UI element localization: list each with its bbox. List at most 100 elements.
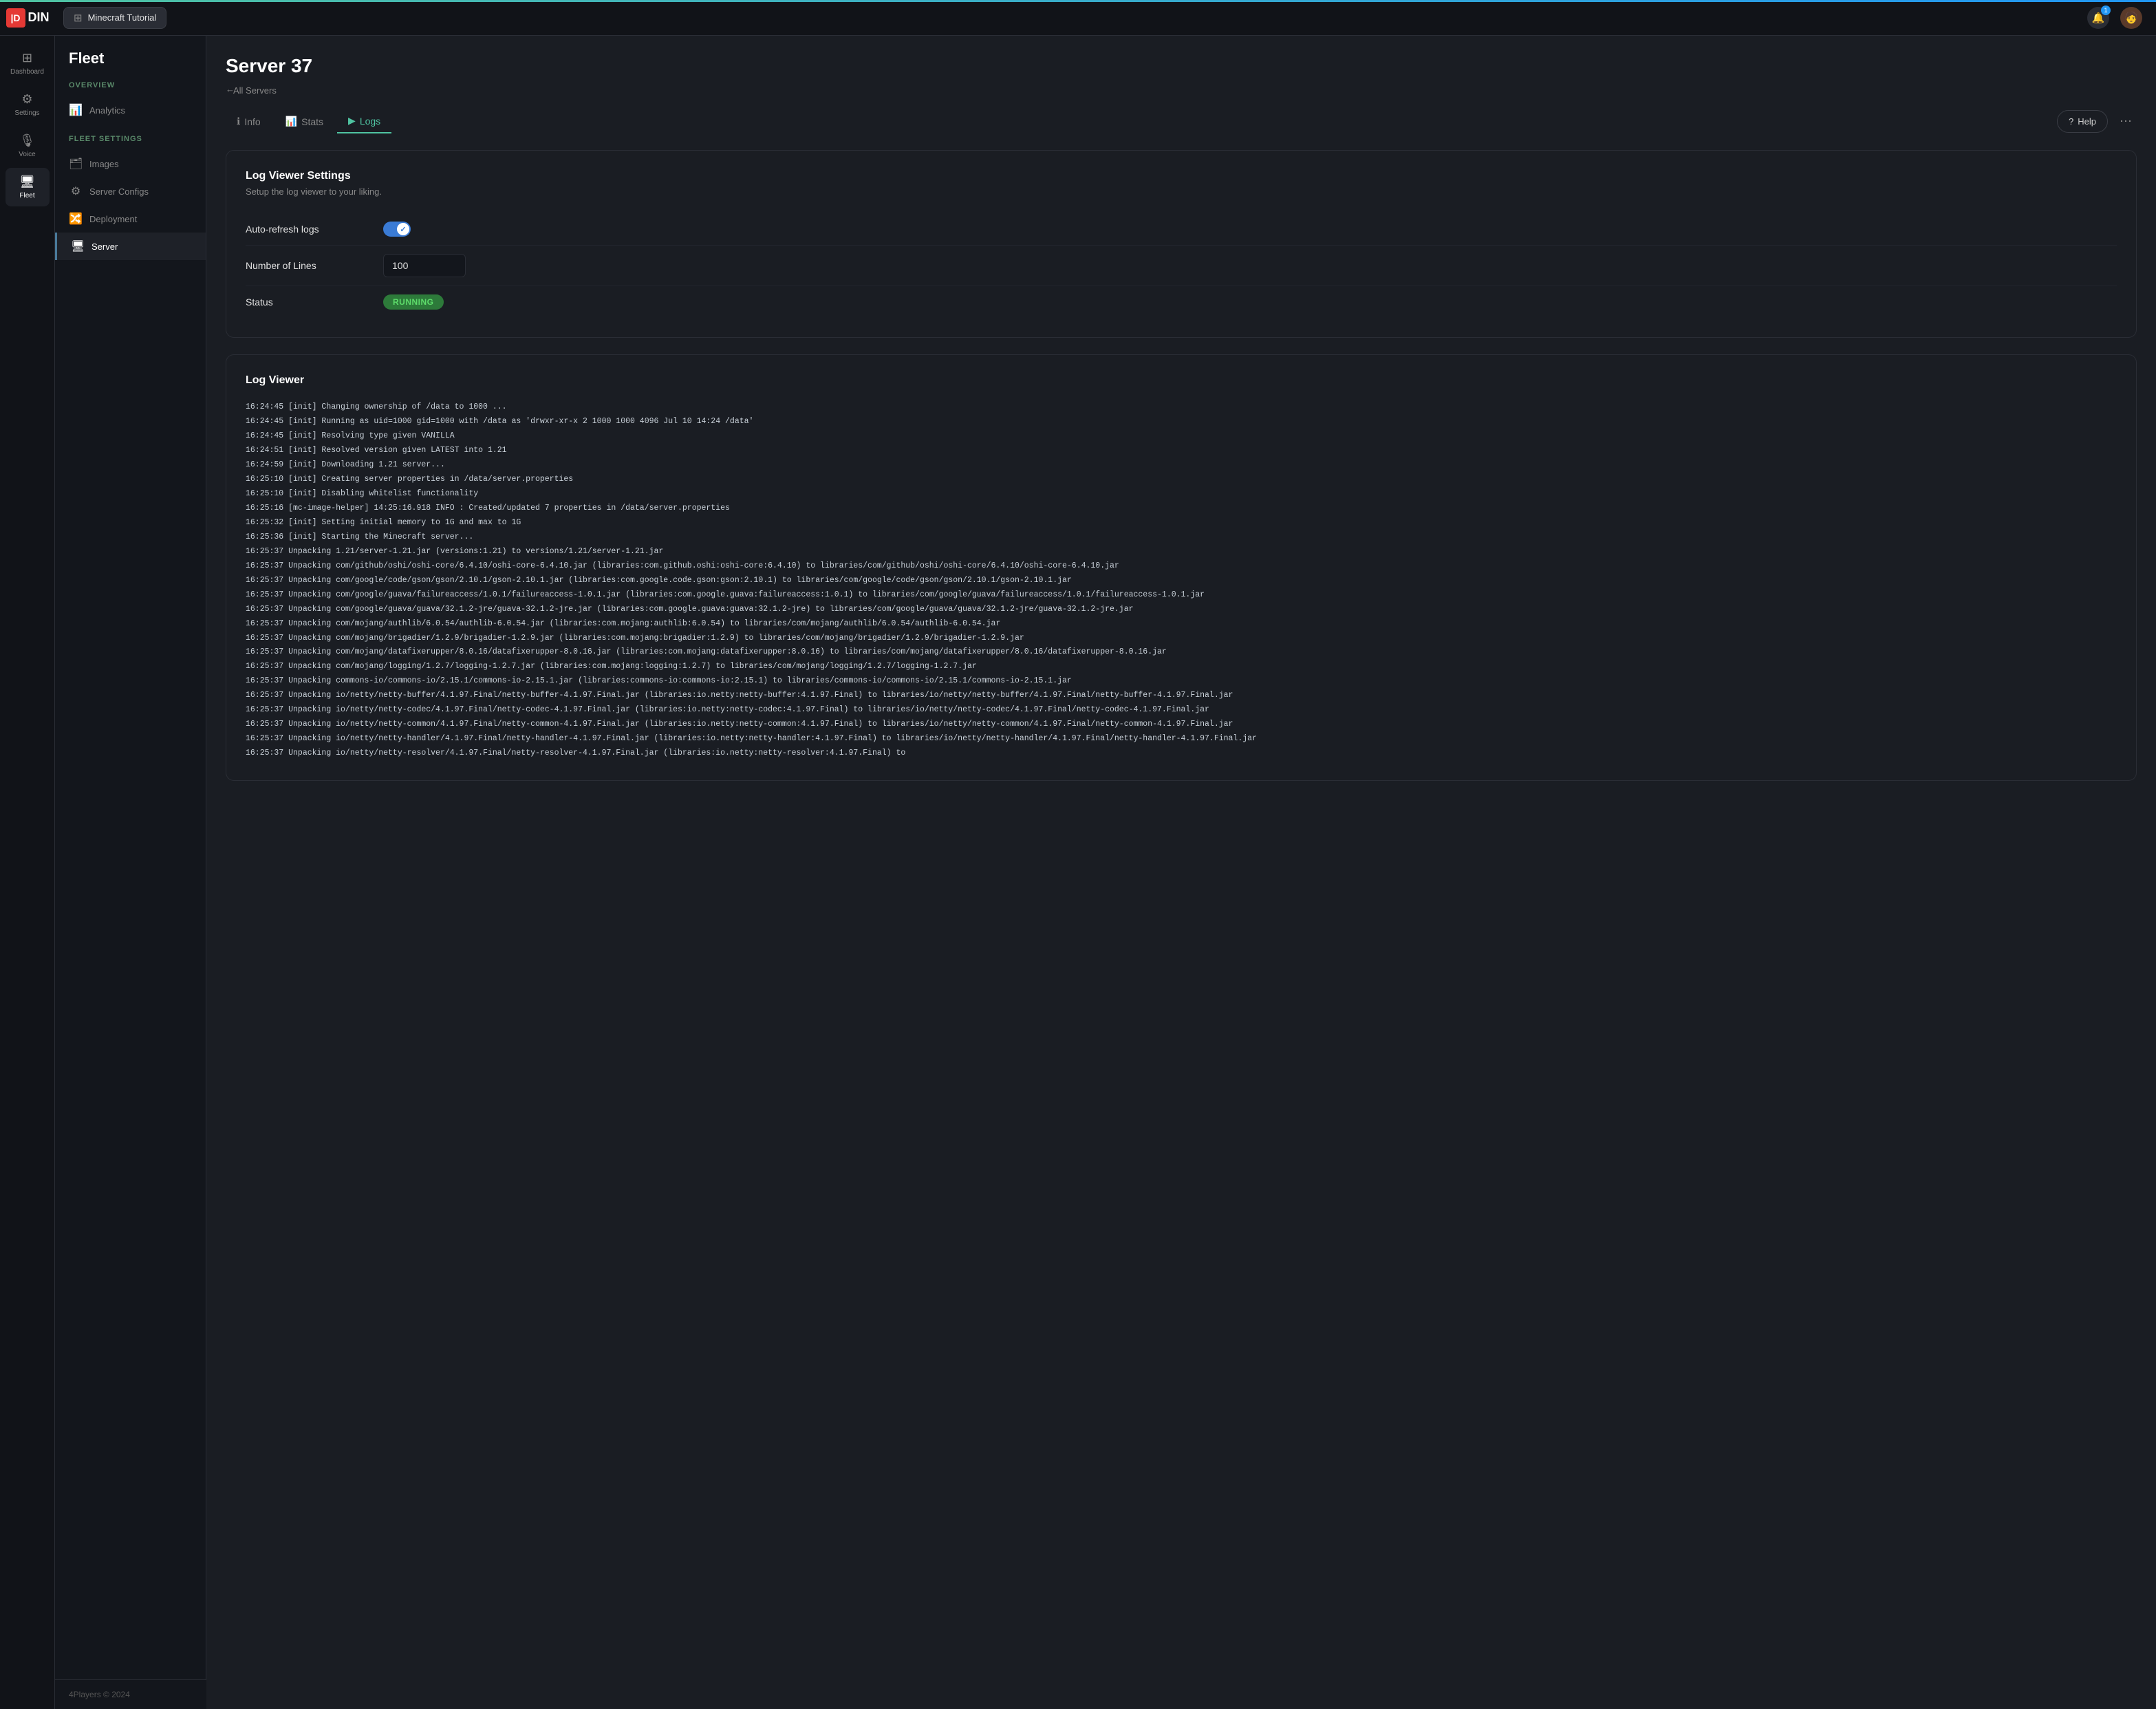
help-icon: ?	[2069, 116, 2073, 127]
notification-badge: 1	[2101, 6, 2111, 15]
log-line: 16:25:10 [init] Creating server properti…	[246, 473, 2117, 487]
log-line: 16:25:37 Unpacking com/google/code/gson/…	[246, 574, 2117, 588]
log-line: 16:25:37 Unpacking commons-io/commons-io…	[246, 674, 2117, 689]
settings-icon: ⚙	[21, 92, 32, 107]
analytics-label: Analytics	[89, 105, 125, 116]
odin-logo-icon: |D	[6, 8, 25, 28]
user-avatar[interactable]: 🧑	[2120, 7, 2142, 29]
settings-card-title: Log Viewer Settings	[246, 170, 2117, 182]
log-line: 16:25:37 Unpacking io/netty/netty-resolv…	[246, 746, 2117, 761]
tab-info[interactable]: ℹ Info	[226, 110, 272, 133]
auto-refresh-label: Auto-refresh logs	[246, 224, 383, 235]
sidebar-item-images[interactable]: 🗂 Images	[55, 150, 206, 178]
sidebar-item-server[interactable]: 🖥 Server	[55, 233, 206, 260]
log-line: 16:25:37 Unpacking com/google/guava/fail…	[246, 588, 2117, 603]
odin-logo[interactable]: |D DIN	[6, 8, 50, 28]
topbar-right: 🔔 1 🧑	[2087, 7, 2156, 29]
log-line: 16:25:37 Unpacking io/netty/netty-codec/…	[246, 703, 2117, 718]
status-badge: RUNNING	[383, 294, 444, 310]
notifications-button[interactable]: 🔔 1	[2087, 7, 2109, 29]
topbar: |D DIN ⊞ Minecraft Tutorial 🔔 1 🧑	[0, 0, 2156, 36]
fleet-label: Fleet	[19, 192, 34, 200]
number-of-lines-value	[383, 254, 2117, 277]
deployment-label: Deployment	[89, 214, 137, 224]
tab-row: ℹ Info 📊 Stats ▶ Logs ? Help ⋯	[226, 109, 2137, 133]
voice-label: Voice	[19, 151, 35, 158]
sidebar-item-settings[interactable]: ⚙ Settings	[6, 85, 50, 124]
project-name: Minecraft Tutorial	[88, 12, 157, 23]
server-configs-icon: ⚙	[69, 184, 83, 198]
server-title-row: Server 37	[226, 55, 2137, 77]
log-line: 16:24:45 [init] Resolving type given VAN…	[246, 429, 2117, 444]
images-icon: 🗂	[69, 157, 83, 171]
sidebar-item-deployment[interactable]: 🔀 Deployment	[55, 205, 206, 233]
status-label: Status	[246, 297, 383, 308]
log-viewer-title: Log Viewer	[246, 374, 2117, 387]
auto-refresh-row: Auto-refresh logs ✓	[246, 213, 2117, 246]
help-label: Help	[2078, 116, 2096, 127]
tab-logs[interactable]: ▶ Logs	[337, 109, 391, 133]
server-icon: 🖥	[71, 239, 85, 253]
project-selector[interactable]: ⊞ Minecraft Tutorial	[63, 7, 166, 29]
status-row: Status RUNNING	[246, 286, 2117, 318]
topbar-left: |D DIN	[0, 8, 55, 28]
all-servers-link[interactable]: All Servers	[233, 85, 277, 96]
sidebar-item-fleet[interactable]: 🖥 Fleet	[6, 168, 50, 206]
fleet-icon: 🖥	[19, 175, 35, 189]
sidebar-nav: ⊞ Dashboard ⚙ Settings 🎙 Voice 🖥 Fleet	[0, 36, 55, 1709]
tab-stats[interactable]: 📊 Stats	[274, 110, 334, 133]
analytics-icon: 📊	[69, 103, 83, 117]
log-line: 16:24:45 [init] Changing ownership of /d…	[246, 400, 2117, 415]
dashboard-icon: ⊞	[22, 51, 32, 65]
number-of-lines-input[interactable]	[383, 254, 466, 277]
tab-bar: ℹ Info 📊 Stats ▶ Logs	[226, 109, 2057, 133]
progress-bar	[0, 0, 2156, 2]
stats-icon: 📊	[285, 116, 297, 127]
footer-text: 4Players © 2024	[69, 1690, 130, 1699]
sidebar-item-analytics[interactable]: 📊 Analytics	[55, 96, 206, 124]
voice-icon: 🎙	[19, 133, 35, 148]
sidebar-item-dashboard[interactable]: ⊞ Dashboard	[6, 44, 50, 83]
odin-logo-text: DIN	[28, 10, 50, 25]
log-line: 16:25:32 [init] Setting initial memory t…	[246, 516, 2117, 530]
log-line: 16:25:37 Unpacking 1.21/server-1.21.jar …	[246, 545, 2117, 559]
project-grid-icon: ⊞	[74, 12, 83, 24]
log-line: 16:25:10 [init] Disabling whitelist func…	[246, 487, 2117, 502]
settings-label: Settings	[14, 109, 39, 117]
sidebar-item-server-configs[interactable]: ⚙ Server Configs	[55, 178, 206, 205]
log-line: 16:24:51 [init] Resolved version given L…	[246, 444, 2117, 458]
info-icon: ℹ	[237, 116, 240, 127]
log-line: 16:25:37 Unpacking com/mojang/authlib/6.…	[246, 617, 2117, 632]
page-title: Server 37	[226, 55, 2137, 77]
server-label: Server	[91, 241, 118, 252]
server-configs-label: Server Configs	[89, 186, 149, 197]
log-line: 16:25:37 Unpacking com/mojang/brigadier/…	[246, 632, 2117, 646]
status-value: RUNNING	[383, 294, 2117, 310]
log-viewer-card: Log Viewer 16:24:45 [init] Changing owne…	[226, 354, 2137, 781]
log-line: 16:24:45 [init] Running as uid=1000 gid=…	[246, 415, 2117, 429]
more-options-button[interactable]: ⋯	[2115, 111, 2137, 133]
log-viewer-settings-card: Log Viewer Settings Setup the log viewer…	[226, 150, 2137, 338]
help-button[interactable]: ? Help	[2057, 110, 2108, 133]
auto-refresh-toggle[interactable]: ✓	[383, 222, 411, 237]
log-line: 16:25:37 Unpacking com/google/guava/guav…	[246, 603, 2117, 617]
auto-refresh-value: ✓	[383, 222, 2117, 237]
log-content[interactable]: 16:24:45 [init] Changing ownership of /d…	[246, 400, 2117, 761]
tab-stats-label: Stats	[301, 116, 323, 127]
left-panel: Fleet OVERVIEW 📊 Analytics FLEET SETTING…	[55, 36, 206, 1709]
main-content: Server 37 ← All Servers ℹ Info 📊 Stats ▶…	[206, 36, 2156, 1709]
tab-info-label: Info	[244, 116, 260, 127]
log-line: 16:25:16 [mc-image-helper] 14:25:16.918 …	[246, 502, 2117, 516]
header-actions: ? Help ⋯	[2057, 110, 2137, 133]
log-line: 16:24:59 [init] Downloading 1.21 server.…	[246, 458, 2117, 473]
panel-title: Fleet	[55, 50, 206, 81]
section-label-fleet-settings: FLEET SETTINGS	[55, 135, 206, 150]
sidebar-item-voice[interactable]: 🎙 Voice	[6, 127, 50, 165]
images-label: Images	[89, 159, 119, 169]
log-line: 16:25:37 Unpacking io/netty/netty-handle…	[246, 732, 2117, 746]
footer: 4Players © 2024	[55, 1679, 206, 1709]
dashboard-label: Dashboard	[10, 68, 44, 76]
log-line: 16:25:37 Unpacking com/mojang/logging/1.…	[246, 660, 2117, 674]
tab-logs-label: Logs	[360, 116, 380, 127]
settings-card-subtitle: Setup the log viewer to your liking.	[246, 186, 2117, 197]
